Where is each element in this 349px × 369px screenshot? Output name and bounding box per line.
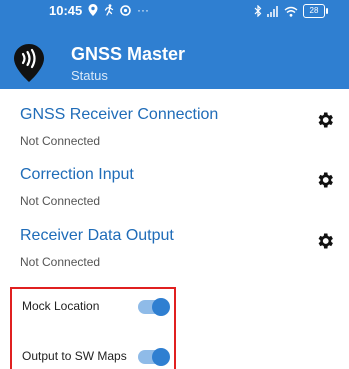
gear-icon[interactable]	[315, 231, 335, 251]
status-left-icons: ···	[88, 3, 149, 17]
section-receiver-data-output[interactable]: Receiver Data Output Not Connected	[0, 227, 349, 283]
section-status: Not Connected	[20, 134, 101, 148]
app-subtitle: Status	[71, 68, 108, 83]
toggle-row-mock-location: Mock Location	[12, 295, 178, 319]
toggle-label: Mock Location	[22, 299, 100, 313]
mock-location-switch[interactable]	[138, 298, 170, 316]
overflow-indicator: ···	[137, 3, 149, 17]
toggle-label: Output to SW Maps	[22, 349, 127, 363]
status-bar: 10:45 ··· 28	[0, 0, 349, 26]
section-title[interactable]: GNSS Receiver Connection	[20, 106, 218, 124]
gear-icon[interactable]	[315, 110, 335, 130]
app-logo-icon	[14, 44, 44, 82]
section-correction-input[interactable]: Correction Input Not Connected	[0, 166, 349, 222]
section-title[interactable]: Receiver Data Output	[20, 227, 174, 245]
notification-icon	[120, 4, 131, 16]
running-figure-icon	[104, 4, 114, 16]
section-status: Not Connected	[20, 255, 101, 269]
location-pin-icon	[88, 4, 98, 16]
battery-icon: 28	[303, 4, 328, 18]
status-right-icons: 28	[254, 4, 328, 18]
section-status: Not Connected	[20, 194, 101, 208]
switch-knob	[152, 348, 170, 366]
status-time: 10:45	[49, 3, 83, 18]
section-title[interactable]: Correction Input	[20, 166, 134, 184]
app-title: GNSS Master	[71, 44, 186, 64]
section-gnss-receiver-connection[interactable]: GNSS Receiver Connection Not Connected	[0, 106, 349, 162]
toggle-row-output-to-sw-maps: Output to SW Maps	[12, 345, 178, 369]
app-bar: 10:45 ··· 28 GNSS Master Status	[0, 0, 349, 89]
output-to-sw-maps-switch[interactable]	[138, 348, 170, 366]
switch-knob	[152, 298, 170, 316]
wifi-icon	[284, 6, 298, 17]
signal-icon	[267, 5, 278, 17]
gear-icon[interactable]	[315, 170, 335, 190]
bluetooth-icon	[254, 5, 262, 17]
highlight-box: Mock Location Output to SW Maps	[10, 287, 176, 369]
app-screen: 10:45 ··· 28 GNSS Master Status GNSS Rec…	[0, 0, 349, 369]
